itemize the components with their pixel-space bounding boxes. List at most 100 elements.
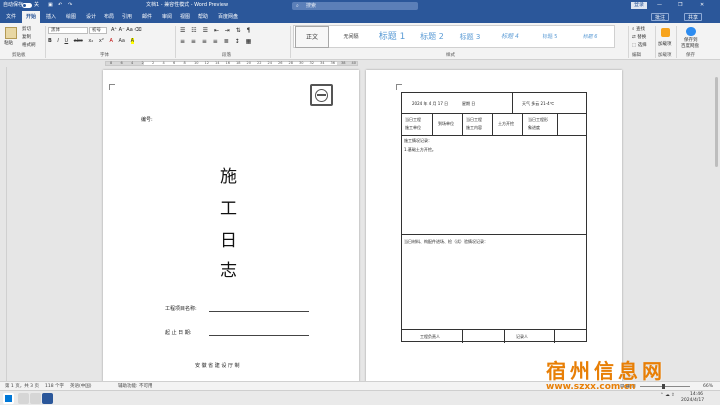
scrollbar-thumb[interactable] <box>715 77 718 167</box>
construction-record-item[interactable]: 1.基础土方开挖。 <box>404 147 436 153</box>
table-line <box>402 234 586 235</box>
highlight-button[interactable]: A <box>130 38 134 44</box>
search-box[interactable]: ⌕ 搜索 <box>292 2 418 10</box>
separator <box>655 26 656 58</box>
project-name-line[interactable] <box>209 311 309 312</box>
tray-icons[interactable]: ⌃ ☁ ⇪ <box>660 393 675 398</box>
tab-review[interactable]: 审阅 <box>158 11 176 23</box>
table-line <box>557 113 558 135</box>
tab-layout[interactable]: 布局 <box>100 11 118 23</box>
taskbar-app-icon[interactable] <box>30 393 41 404</box>
paste-label[interactable]: 粘贴 <box>4 40 13 46</box>
bold-button[interactable]: B <box>48 38 52 44</box>
taskbar-app-icon[interactable] <box>18 393 29 404</box>
select-label: 选择 <box>637 43 647 48</box>
font-color-button[interactable]: A <box>109 38 112 44</box>
style-heading-6[interactable]: 标题 6 <box>572 26 608 48</box>
share-button[interactable]: 共享 <box>684 13 703 21</box>
ruler-number: 14 <box>215 61 220 65</box>
underline-button[interactable]: U <box>64 38 68 44</box>
word-app-icon[interactable] <box>42 393 53 404</box>
ruler-number: 38 <box>341 61 346 65</box>
undo-icon[interactable]: ↶ <box>58 0 62 11</box>
table-line <box>492 113 493 135</box>
login-button[interactable]: 登录 <box>631 2 648 9</box>
grow-font-icon[interactable]: A⁺ A⁻ Aa ⌫ <box>111 27 141 33</box>
autosave-label: 自动保存 <box>3 2 24 8</box>
tab-references[interactable]: 引用 <box>118 11 136 23</box>
tab-baidu-netdisk[interactable]: 百度网盘 <box>214 11 242 23</box>
style-heading-3[interactable]: 标题 3 <box>452 26 488 48</box>
window-title: 文档1 - 兼容性模式 - Word Preview <box>146 2 229 8</box>
save-icon[interactable]: ▣ <box>48 0 53 11</box>
baidu-netdisk-label[interactable]: 百度网盘 <box>681 43 699 49</box>
ruler-number: 36 <box>330 61 335 65</box>
style-heading-1[interactable]: 标题 1 <box>372 26 412 48</box>
table-line <box>462 329 463 343</box>
style-heading-2[interactable]: 标题 2 <box>414 26 450 48</box>
style-heading-4[interactable]: 标题 4 <box>492 26 528 48</box>
tab-help[interactable]: 帮助 <box>194 11 212 23</box>
date-cell[interactable]: 2024 年 4 月 17 日 <box>412 101 448 107</box>
construction-log-table: 2024 年 4 月 17 日 星期 日 天气 多云 21-4℃ 当日工程 施工… <box>401 92 587 343</box>
select-button[interactable]: ⬚ 选择 <box>632 42 647 48</box>
comments-button[interactable]: 批注 <box>651 13 670 21</box>
page-cover[interactable]: 编号: 施 工 日 志 工程项目名称: 起 止 日 期: 安 徽 省 建 设 厅… <box>103 70 359 382</box>
list-buttons[interactable]: ☰ ☷ ☰ ⇤ ⇥ ⇅ ¶ <box>180 27 252 34</box>
minimize-icon[interactable]: — <box>657 0 662 11</box>
style-no-spacing[interactable]: 无间隔 <box>334 26 368 48</box>
tab-mailings[interactable]: 邮件 <box>138 11 156 23</box>
cut-button[interactable]: 剪切 <box>22 26 31 32</box>
font-group-label: 字体 <box>100 53 109 58</box>
font-name-combo[interactable]: 黑体 <box>48 27 88 34</box>
tab-insert[interactable]: 插入 <box>42 11 60 23</box>
vertical-scrollbar[interactable] <box>713 67 720 381</box>
table-line <box>504 329 505 343</box>
italic-button[interactable]: I <box>57 38 58 44</box>
tab-file[interactable]: 文件 <box>2 11 20 23</box>
ruler-number: 24 <box>267 61 272 65</box>
title-char-4: 志 <box>220 261 237 281</box>
subscript-button[interactable]: x₂ <box>88 38 93 44</box>
tab-draw[interactable]: 绘图 <box>62 11 80 23</box>
search-placeholder: 搜索 <box>306 3 317 9</box>
close-icon[interactable]: ✕ <box>700 0 704 11</box>
strikethrough-button[interactable]: abc <box>74 38 83 44</box>
vertical-ruler <box>0 67 7 381</box>
copy-button[interactable]: 复制 <box>22 34 31 40</box>
separator <box>290 26 291 58</box>
change-case-button[interactable]: Aa <box>118 38 124 44</box>
ruler-number: 2 <box>152 61 155 65</box>
ruler-number: 22 <box>257 61 262 65</box>
ruler-number: 26 <box>278 61 283 65</box>
align-buttons[interactable]: ≡ ≡ ≡ ≡ ≣ ↕ ▦ <box>180 38 253 45</box>
restore-icon[interactable]: ❐ <box>678 0 682 11</box>
format-painter-button[interactable]: 格式刷 <box>22 42 36 48</box>
addins-label[interactable]: 加载项 <box>658 41 672 47</box>
redo-icon[interactable]: ↷ <box>68 0 72 11</box>
replace-button[interactable]: ⇄ 替换 <box>632 34 646 40</box>
cloud-save-icon[interactable] <box>686 27 696 36</box>
page-log[interactable]: 2024 年 4 月 17 日 星期 日 天气 多云 21-4℃ 当日工程 施工… <box>366 70 622 382</box>
weather-cell[interactable]: 天气 多云 21-4℃ <box>522 101 554 107</box>
tab-view[interactable]: 视图 <box>176 11 194 23</box>
font-size-combo[interactable]: 初号 <box>89 27 107 34</box>
tab-home[interactable]: 开始 <box>22 11 40 23</box>
ruler-number: 8 <box>183 61 186 65</box>
autosave-toggle[interactable] <box>22 3 32 8</box>
paste-icon[interactable] <box>5 27 17 39</box>
style-heading-5[interactable]: 标题 5 <box>532 26 568 48</box>
tab-design[interactable]: 设计 <box>82 11 100 23</box>
style-normal[interactable]: 正文 <box>295 26 329 48</box>
superscript-button[interactable]: x² <box>99 38 104 44</box>
weekday-cell[interactable]: 星期 日 <box>462 101 475 107</box>
header-cell: 土方开挖 <box>498 121 514 126</box>
find-button[interactable]: ⌕ 查找 <box>632 26 645 32</box>
ruler-number: 30 <box>299 61 304 65</box>
addins-icon[interactable] <box>661 28 670 37</box>
ruler-number: 6 <box>173 61 176 65</box>
save-group-label: 保存 <box>686 53 695 58</box>
date-range-line[interactable] <box>209 335 309 336</box>
start-icon[interactable] <box>3 393 14 404</box>
styles-gallery[interactable]: 正文 无间隔 标题 1 标题 2 标题 3 标题 4 标题 5 标题 6 <box>293 25 615 48</box>
